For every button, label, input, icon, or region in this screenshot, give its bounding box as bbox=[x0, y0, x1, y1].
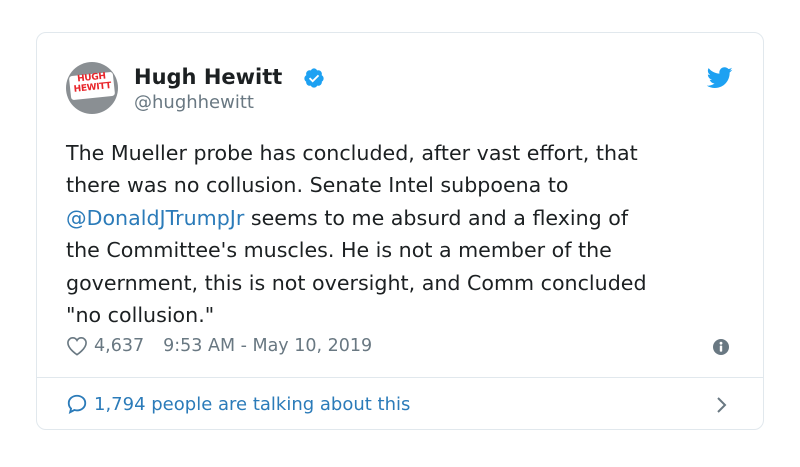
tweet-text-segment: "no collusion." bbox=[66, 303, 215, 328]
tweet-timestamp[interactable]: 9:53 AM - May 10, 2019 bbox=[163, 336, 372, 356]
tweet-text-segment: The Mueller probe has concluded, after v… bbox=[66, 141, 638, 165]
avatar-logo-text: HUGH HEWITT bbox=[73, 71, 112, 95]
like-count[interactable]: 4,637 bbox=[94, 336, 144, 356]
author-display-name[interactable]: Hugh Hewitt bbox=[134, 64, 282, 90]
twitter-bird-icon[interactable] bbox=[707, 67, 733, 89]
avatar[interactable]: HUGH HEWITT bbox=[66, 62, 118, 114]
author-handle[interactable]: @hughhewitt bbox=[134, 91, 254, 115]
tweet-text-line: The Mueller probe has concluded, after v… bbox=[66, 137, 746, 169]
tweet-text-line: "no collusion." bbox=[66, 299, 746, 331]
chevron-right-icon[interactable] bbox=[715, 395, 729, 415]
tweet-text: The Mueller probe has concluded, after v… bbox=[66, 137, 746, 331]
tweet-text-segment: seems to me absurd and a flexing of bbox=[244, 205, 629, 230]
tweet-card: HUGH HEWITT Hugh Hewitt @hughhewitt The M… bbox=[36, 32, 764, 430]
tweet-text-segment: the Committee's muscles. He is not a mem… bbox=[66, 238, 612, 263]
tweet-text-line: there was no collusion. Senate Intel sub… bbox=[66, 169, 746, 201]
tweet-text-segment: there was no collusion. Senate Intel sub… bbox=[66, 173, 569, 198]
conversation-link[interactable]: 1,794 people are talking about this bbox=[66, 390, 410, 418]
tweet-text-segment: government, this is not oversight, and C… bbox=[66, 270, 647, 295]
heart-icon[interactable] bbox=[66, 336, 88, 356]
info-icon[interactable] bbox=[712, 338, 730, 356]
speech-bubble-icon bbox=[67, 394, 87, 415]
conversation-label[interactable]: 1,794 people are talking about this bbox=[94, 394, 410, 415]
tweet-text-line: the Committee's muscles. He is not a mem… bbox=[66, 234, 746, 266]
mention-link[interactable]: @DonaldJTrumpJr bbox=[66, 206, 244, 230]
verified-badge-icon bbox=[304, 68, 324, 88]
divider bbox=[37, 377, 763, 378]
tweet-text-line: government, this is not oversight, and C… bbox=[66, 267, 746, 299]
tweet-text-line: @DonaldJTrumpJr seems to me absurd and a… bbox=[66, 202, 746, 234]
tweet-meta: 4,637 9:53 AM - May 10, 2019 bbox=[66, 333, 372, 359]
